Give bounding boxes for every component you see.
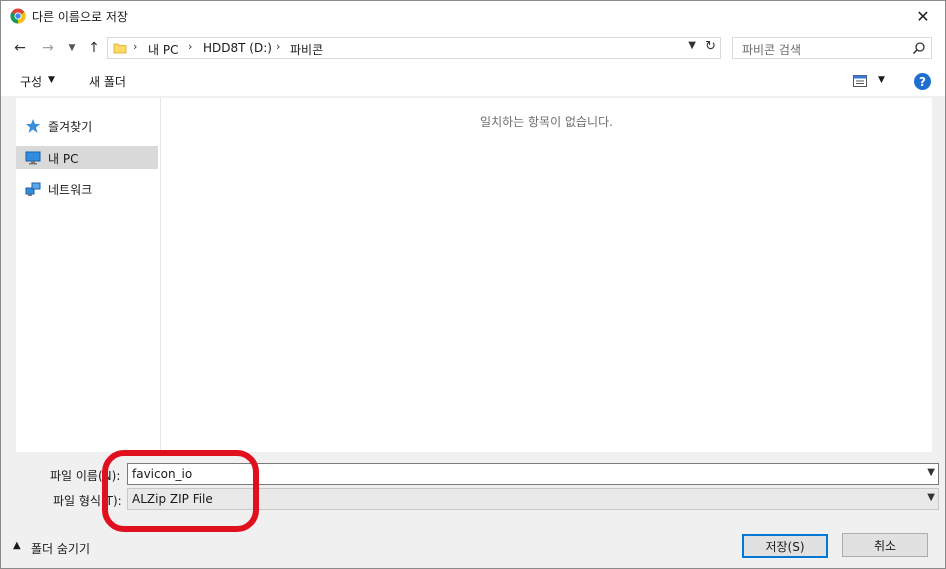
arrow-up-icon: ↑ <box>88 40 100 56</box>
cancel-button[interactable]: 취소 <box>842 533 928 557</box>
save-button[interactable]: 저장(S) <box>742 534 828 558</box>
close-icon: ✕ <box>916 6 930 26</box>
up-button[interactable]: ↑ <box>85 39 103 57</box>
chevron-down-icon: ▼ <box>68 43 76 53</box>
star-icon <box>26 119 40 133</box>
close-button[interactable]: ✕ <box>901 1 945 31</box>
address-row: ← → ▼ ↑ › 내 PC › HDD8T (D:) › 파비콘 ▼ ↻ 파비… <box>1 31 945 65</box>
chrome-icon <box>10 8 26 24</box>
search-icon <box>912 42 925 55</box>
folder-icon <box>113 43 127 54</box>
sidebar-item-label: 네트워크 <box>48 183 93 197</box>
view-options-icon[interactable] <box>853 75 867 87</box>
file-list[interactable]: 일치하는 항목이 없습니다. <box>161 98 932 452</box>
save-as-dialog: 다른 이름으로 저장 ✕ ← → ▼ ↑ › 내 PC › HDD8T (D:)… <box>0 0 946 569</box>
scrollbar[interactable] <box>932 98 945 452</box>
chevron-up-icon: ▲ <box>13 540 21 551</box>
filename-value: favicon_io <box>132 467 193 481</box>
sidebar-item-label: 즐겨찾기 <box>48 120 93 134</box>
recent-locations-button[interactable]: ▼ <box>63 39 81 57</box>
breadcrumb-separator: › <box>188 40 193 53</box>
chevron-down-icon: ▼ <box>48 75 55 85</box>
breadcrumb-separator: › <box>133 40 138 53</box>
computer-icon <box>25 151 41 165</box>
arrow-left-icon: ← <box>14 40 26 56</box>
new-folder-button[interactable]: 새 폴더 <box>89 73 126 90</box>
filetype-select[interactable]: ALZip ZIP File ▼ <box>127 488 939 510</box>
sidebar-item-this-pc[interactable]: 내 PC <box>16 146 158 169</box>
sidebar-item-label: 내 PC <box>48 152 79 166</box>
filename-field[interactable]: favicon_io ▼ <box>127 463 939 485</box>
empty-list-message: 일치하는 항목이 없습니다. <box>480 115 613 129</box>
breadcrumb-folder[interactable]: 파비콘 <box>290 41 323 58</box>
address-dropdown-icon[interactable]: ▼ <box>688 40 696 51</box>
breadcrumb-separator: › <box>276 40 281 53</box>
filetype-value: ALZip ZIP File <box>132 492 213 506</box>
window-title: 다른 이름으로 저장 <box>32 10 128 24</box>
arrow-right-icon: → <box>42 40 54 56</box>
navigation-pane: 즐겨찾기 내 PC 네트워크 <box>16 98 160 452</box>
network-icon <box>25 182 41 196</box>
chevron-down-icon[interactable]: ▼ <box>927 467 935 478</box>
help-icon[interactable]: ? <box>914 73 931 90</box>
filename-label: 파일 이름(N): <box>50 469 121 483</box>
search-input[interactable]: 파비콘 검색 <box>732 37 932 59</box>
forward-button[interactable]: → <box>39 39 57 57</box>
organize-button[interactable]: 구성 <box>20 73 42 90</box>
command-toolbar: 구성 ▼ 새 폴더 ▼ ? <box>1 65 945 97</box>
back-button[interactable]: ← <box>11 39 29 57</box>
search-placeholder: 파비콘 검색 <box>742 43 802 57</box>
sidebar-item-network[interactable]: 네트워크 <box>16 177 158 200</box>
hide-folders-label: 폴더 숨기기 <box>31 542 91 556</box>
breadcrumb-drive[interactable]: HDD8T (D:) <box>203 41 272 55</box>
chevron-down-icon[interactable]: ▼ <box>878 75 885 85</box>
breadcrumb-this-pc[interactable]: 내 PC <box>148 41 178 58</box>
address-bar[interactable]: › 내 PC › HDD8T (D:) › 파비콘 ▼ ↻ <box>107 37 721 59</box>
chevron-down-icon: ▼ <box>927 492 935 503</box>
sidebar-item-favorites[interactable]: 즐겨찾기 <box>16 114 158 137</box>
filetype-label: 파일 형식(T): <box>53 494 122 508</box>
title-bar: 다른 이름으로 저장 ✕ <box>1 1 945 31</box>
refresh-icon[interactable]: ↻ <box>705 39 716 54</box>
